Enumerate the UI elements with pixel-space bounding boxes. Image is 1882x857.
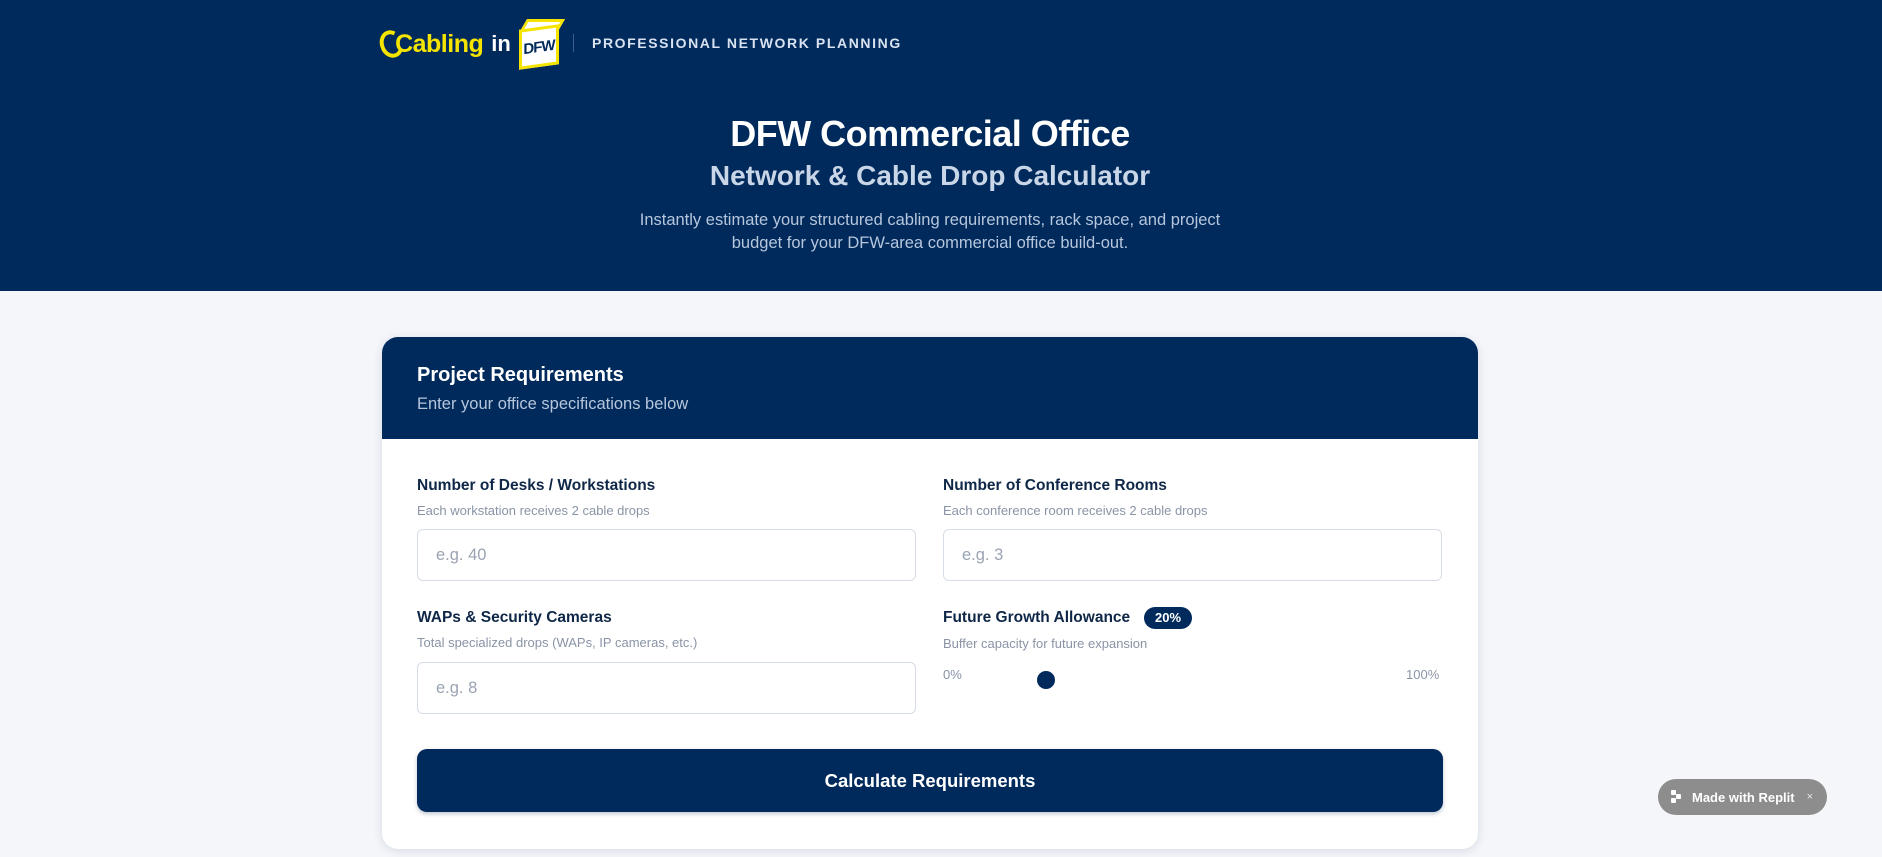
conference-rooms-label: Number of Conference Rooms bbox=[943, 477, 1167, 494]
header-tagline: PROFESSIONAL NETWORK PLANNING bbox=[592, 35, 902, 51]
page-description: Instantly estimate your structured cabli… bbox=[639, 211, 1221, 252]
waps-cameras-label: WAPs & Security Cameras bbox=[417, 609, 612, 626]
waps-cameras-input[interactable] bbox=[417, 662, 916, 714]
desks-help: Each workstation receives 2 cable drops bbox=[417, 503, 650, 518]
desks-label: Number of Desks / Workstations bbox=[417, 477, 656, 494]
logo-cube-label: DFW bbox=[518, 24, 559, 70]
cabling-in-dfw-logo[interactable]: Cabling in DFW bbox=[375, 16, 565, 72]
growth-percent-badge: 20% bbox=[1144, 607, 1193, 629]
conference-rooms-help: Each conference room receives 2 cable dr… bbox=[943, 503, 1208, 518]
calculate-requirements-button[interactable]: Calculate Requirements bbox=[417, 749, 1443, 812]
logo-cube-icon: DFW bbox=[517, 19, 565, 70]
made-with-replit-badge[interactable]: Made with Replit × bbox=[1658, 779, 1827, 815]
header-divider bbox=[573, 34, 574, 52]
replit-badge-close-icon[interactable]: × bbox=[1807, 791, 1813, 803]
desks-input[interactable] bbox=[417, 529, 916, 581]
replit-logo-icon bbox=[1671, 790, 1683, 804]
card-header: Project Requirements Enter your office s… bbox=[382, 337, 1478, 439]
hero-banner: Cabling in DFW PROFESSIONAL NETWORK PLAN… bbox=[0, 0, 1882, 291]
logo-connector-text: in bbox=[491, 31, 511, 56]
page-subtitle: Network & Cable Drop Calculator bbox=[709, 160, 1151, 191]
logo-primary-text: Cabling bbox=[395, 29, 484, 58]
waps-cameras-help: Total specialized drops (WAPs, IP camera… bbox=[417, 635, 698, 650]
page-title: DFW Commercial Office bbox=[730, 113, 1130, 154]
slider-max-label: 100% bbox=[1406, 667, 1440, 682]
replit-badge-label: Made with Replit bbox=[1692, 789, 1795, 805]
card-subtitle: Enter your office specifications below bbox=[417, 395, 689, 413]
slider-thumb[interactable] bbox=[1037, 671, 1055, 689]
conference-rooms-input[interactable] bbox=[943, 529, 1442, 581]
growth-allowance-slider[interactable] bbox=[942, 668, 1382, 692]
growth-allowance-help: Buffer capacity for future expansion bbox=[943, 636, 1148, 651]
growth-allowance-label: Future Growth Allowance bbox=[943, 609, 1131, 626]
card-title: Project Requirements bbox=[417, 364, 624, 386]
project-requirements-card: Project Requirements Enter your office s… bbox=[382, 337, 1478, 849]
